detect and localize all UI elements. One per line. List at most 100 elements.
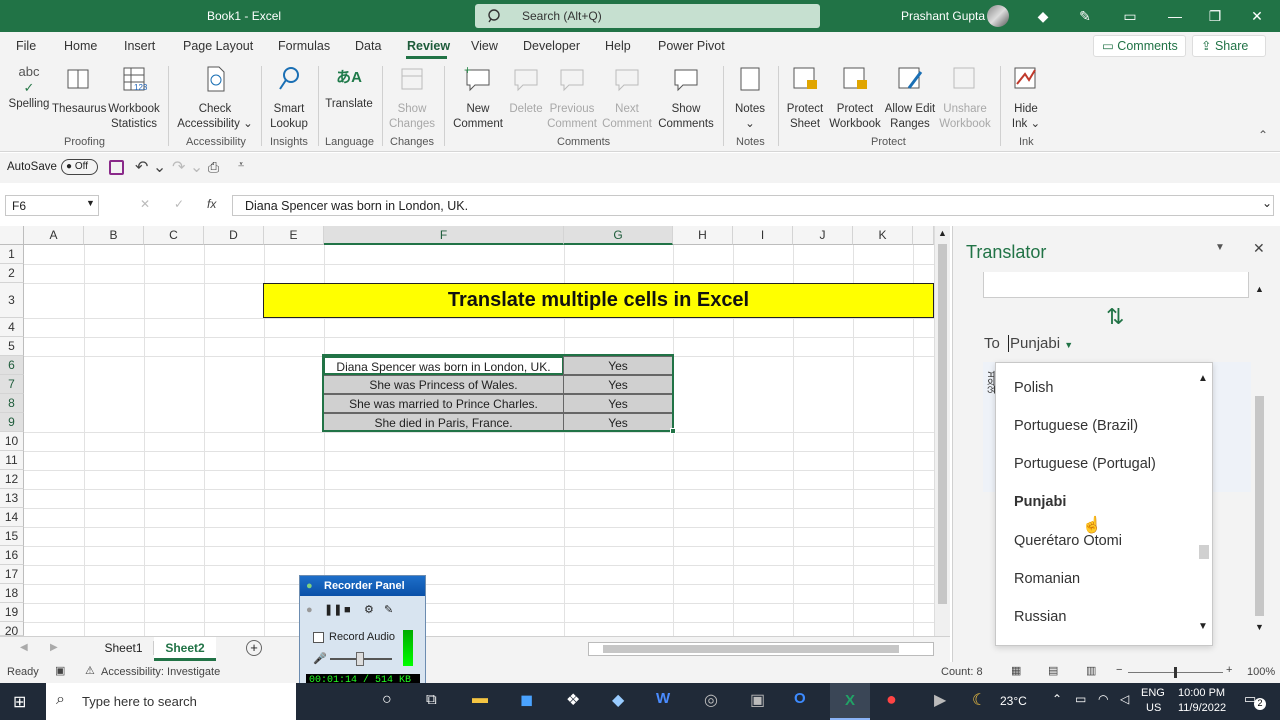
expand-formula-icon[interactable]: ⌄ xyxy=(1262,196,1272,210)
tab-home[interactable]: Home xyxy=(64,39,97,53)
network-app-icon[interactable]: ◎ xyxy=(704,690,718,710)
language-indicator-2[interactable]: US xyxy=(1146,702,1161,714)
tab-view[interactable]: View xyxy=(471,39,498,53)
clock-time[interactable]: 10:00 PM xyxy=(1178,687,1225,699)
vertical-scrollbar[interactable]: ▲ xyxy=(934,226,950,636)
source-text-box[interactable] xyxy=(983,272,1249,298)
clock-date[interactable]: 11/9/2022 xyxy=(1178,702,1226,714)
outlook-icon[interactable]: O xyxy=(794,690,806,707)
sheet-next-icon[interactable]: ▶ xyxy=(50,642,58,653)
excel-taskbar-icon[interactable]: X xyxy=(830,683,870,720)
file-explorer-icon[interactable]: ▬ xyxy=(472,690,488,708)
brush-button[interactable]: ✎ xyxy=(384,603,402,616)
coauthor-icon[interactable]: ▭ xyxy=(1120,6,1140,26)
thesaurus-button[interactable]: Thesaurus xyxy=(52,64,106,117)
row-header-9[interactable]: 9 xyxy=(0,413,24,432)
recorder-title-bar[interactable]: ● Recorder Panel xyxy=(300,576,425,596)
taskbar-search[interactable]: ⌕ Type here to search xyxy=(46,683,296,720)
workbook-statistics-button[interactable]: 123 Workbook Statistics xyxy=(105,64,163,132)
language-option-russian[interactable]: Russian xyxy=(1014,609,1066,625)
enter-icon[interactable]: ✓ xyxy=(174,197,184,211)
sheet-tab-sheet2[interactable]: Sheet2 xyxy=(154,637,216,661)
column-header-k[interactable]: K xyxy=(853,226,913,245)
media-icon[interactable]: ▶ xyxy=(934,690,946,710)
windows-start-icon[interactable]: ⊞ xyxy=(13,692,26,712)
column-header-d[interactable]: D xyxy=(204,226,264,245)
horizontal-scrollbar[interactable] xyxy=(588,642,934,656)
zoom-in-icon[interactable]: + xyxy=(1226,664,1232,676)
row-header-2[interactable]: 2 xyxy=(0,264,24,283)
normal-view-icon[interactable]: ▦ xyxy=(1011,664,1021,677)
zoom-level[interactable]: 100% xyxy=(1247,666,1275,678)
cortana-icon[interactable]: ○ xyxy=(382,691,392,709)
temperature[interactable]: 23°C xyxy=(1000,694,1027,708)
dropdown-scroll-down-icon[interactable]: ▼ xyxy=(1198,621,1208,632)
row-header-16[interactable]: 16 xyxy=(0,546,24,565)
row-header-14[interactable]: 14 xyxy=(0,508,24,527)
row-header-4[interactable]: 4 xyxy=(0,318,24,337)
word-icon[interactable]: W xyxy=(656,690,670,707)
zoom-out-icon[interactable]: − xyxy=(1116,664,1122,676)
row-header-15[interactable]: 15 xyxy=(0,527,24,546)
search-box[interactable]: Search (Alt+Q) xyxy=(475,4,820,28)
allow-edit-ranges-button[interactable]: Allow Edit Ranges xyxy=(882,64,938,132)
smart-lookup-button[interactable]: Smart Lookup xyxy=(266,64,312,132)
volume-slider[interactable] xyxy=(330,652,392,666)
name-box[interactable]: F6 ▼ xyxy=(5,195,99,216)
restore-icon[interactable]: ❐ xyxy=(1205,6,1225,26)
share-button[interactable]: ⇪ Share xyxy=(1192,35,1266,57)
row-header-3[interactable]: 3 xyxy=(0,283,24,318)
add-sheet-icon[interactable]: + xyxy=(246,640,262,656)
tab-file[interactable]: File xyxy=(16,39,36,53)
store-icon[interactable]: ◼ xyxy=(520,690,533,710)
previous-comment-button[interactable]: Previous Comment xyxy=(546,64,598,132)
save-icon[interactable] xyxy=(109,160,124,175)
row-header-7[interactable]: 7 xyxy=(0,375,24,394)
record-button[interactable]: ● xyxy=(306,604,324,616)
close-pane-icon[interactable]: ✕ xyxy=(1253,240,1265,257)
hide-ink-button[interactable]: Hide Ink ⌄ xyxy=(1006,64,1046,132)
scroll-thumb[interactable] xyxy=(938,244,947,604)
chrome-icon[interactable]: ● xyxy=(886,689,897,710)
volume-thumb[interactable] xyxy=(356,652,364,666)
stop-button[interactable]: ■ xyxy=(344,604,364,616)
print-icon[interactable]: ⎙ xyxy=(208,159,219,176)
zoom-thumb[interactable] xyxy=(1174,667,1177,678)
settings-button[interactable]: ⚙ xyxy=(364,603,384,616)
app-icon[interactable]: ◆ xyxy=(612,690,624,710)
check-accessibility-button[interactable]: Check Accessibility ⌄ xyxy=(175,64,255,132)
record-audio-checkbox[interactable] xyxy=(313,632,324,643)
minimize-icon[interactable]: — xyxy=(1165,6,1185,26)
next-comment-button[interactable]: Next Comment xyxy=(600,64,654,132)
undo-icon[interactable]: ↶ ⌄ xyxy=(135,157,166,177)
unshare-workbook-button[interactable]: Unshare Workbook xyxy=(938,64,992,132)
language-option-portuguese-portugal[interactable]: Portuguese (Portugal) xyxy=(1014,456,1156,472)
language-option-portuguese-brazil[interactable]: Portuguese (Brazil) xyxy=(1014,418,1138,434)
column-header-i[interactable]: I xyxy=(733,226,793,245)
language-dropdown[interactable]: Polish Portuguese (Brazil) Portuguese (P… xyxy=(995,362,1213,646)
language-option-queretaro-otomi[interactable]: Querétaro Otomi xyxy=(1014,533,1122,549)
tab-review[interactable]: Review xyxy=(407,39,450,53)
accessibility-status[interactable]: Accessibility: Investigate xyxy=(101,666,220,678)
cancel-icon[interactable]: ✕ xyxy=(140,197,150,211)
protect-workbook-button[interactable]: Protect Workbook xyxy=(828,64,882,132)
tab-data[interactable]: Data xyxy=(355,39,381,53)
redo-icon[interactable]: ↷ ⌄ xyxy=(172,157,203,177)
column-header-j[interactable]: J xyxy=(793,226,853,245)
language-option-punjabi[interactable]: Punjabi xyxy=(1014,494,1066,510)
diamond-icon[interactable]: ◆ xyxy=(1033,6,1053,26)
scroll-up-icon[interactable]: ▲ xyxy=(938,228,947,238)
spelling-button[interactable]: abc ✓ Spelling xyxy=(6,64,52,112)
recorder-panel[interactable]: ● Recorder Panel ● ❚❚ ■ ⚙ ✎ Record Audio 🎤 0… xyxy=(299,575,426,691)
column-header-b[interactable]: B xyxy=(84,226,144,245)
column-header-e[interactable]: E xyxy=(264,226,324,245)
pause-button[interactable]: ❚❚ xyxy=(324,603,344,616)
column-header-f[interactable]: F xyxy=(324,226,564,245)
dropbox-icon[interactable]: ❖ xyxy=(566,690,580,710)
comments-button[interactable]: ▭ Comments xyxy=(1093,35,1186,57)
collapse-ribbon-icon[interactable]: ⌃ xyxy=(1258,128,1268,142)
battery-icon[interactable]: ▭ xyxy=(1075,692,1086,706)
row-header-12[interactable]: 12 xyxy=(0,470,24,489)
row-header-10[interactable]: 10 xyxy=(0,432,24,451)
volume-icon[interactable]: ◁ xyxy=(1120,692,1129,706)
